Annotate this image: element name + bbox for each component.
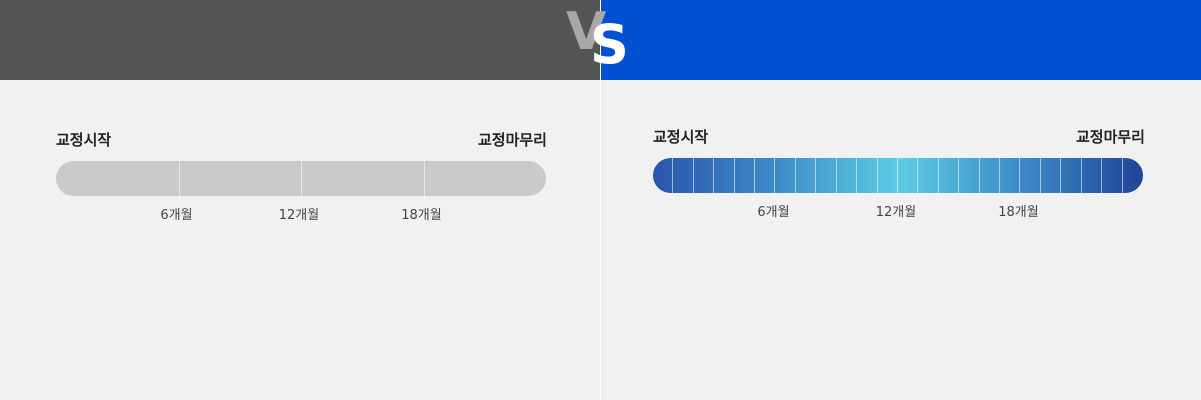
after-segment-14 xyxy=(918,158,939,193)
before-end-label: 교정마무리 xyxy=(477,131,547,149)
after-marker-label-1: 6개월 xyxy=(757,205,790,220)
after-segment-17 xyxy=(980,158,1001,193)
after-segment-19 xyxy=(1021,158,1041,193)
comparison-stage: 교정시작 교정마무리 6개월 12개월 18개월 교정시작 교정마무리 6개월 12개… xyxy=(0,0,1201,400)
after-start-label: 교정시작 xyxy=(653,128,709,146)
after-segment-6 xyxy=(755,158,776,193)
before-tick-2 xyxy=(301,161,302,196)
after-segment-3 xyxy=(694,158,715,193)
after-marker-label-3: 18개월 xyxy=(998,205,1039,220)
after-segment-16 xyxy=(959,158,980,193)
before-panel: 교정시작 교정마무리 6개월 12개월 18개월 xyxy=(0,0,600,400)
after-end-label: 교정마무리 xyxy=(1075,128,1145,146)
after-segment-13 xyxy=(898,158,919,193)
after-marker-label-2: 12개월 xyxy=(875,205,917,220)
after-segment-15 xyxy=(939,158,960,193)
after-segment-21 xyxy=(1061,158,1082,193)
after-segment-12 xyxy=(878,158,898,193)
before-tick-1 xyxy=(179,161,180,196)
after-segment-23 xyxy=(1102,158,1123,193)
after-header xyxy=(601,0,1201,80)
after-segment-7 xyxy=(776,158,796,193)
after-segment-9 xyxy=(816,158,837,193)
vs-badge: V S xyxy=(566,6,636,76)
after-segment-5 xyxy=(735,158,756,193)
after-segment-20 xyxy=(1041,158,1062,193)
before-header xyxy=(0,0,600,80)
after-panel: 교정시작 교정마무리 6개월 12개월 18개월 xyxy=(601,0,1201,400)
after-segment-2 xyxy=(673,158,694,193)
before-start-label: 교정시작 xyxy=(56,131,112,149)
before-marker-label-2: 12개월 xyxy=(278,208,320,223)
after-segment-1 xyxy=(653,158,674,193)
before-tick-3 xyxy=(424,161,425,196)
after-segment-10 xyxy=(837,158,858,193)
before-marker-label-3: 18개월 xyxy=(401,208,442,223)
before-timeline-bar xyxy=(56,161,546,196)
after-segment-4 xyxy=(714,158,735,193)
after-segment-22 xyxy=(1082,158,1103,193)
after-segment-18 xyxy=(1000,158,1021,193)
after-timeline-bar xyxy=(653,158,1143,193)
after-segment-11 xyxy=(857,158,878,193)
vs-letter-s: S xyxy=(590,13,629,76)
after-segment-8 xyxy=(796,158,817,193)
before-marker-label-1: 6개월 xyxy=(160,208,193,223)
